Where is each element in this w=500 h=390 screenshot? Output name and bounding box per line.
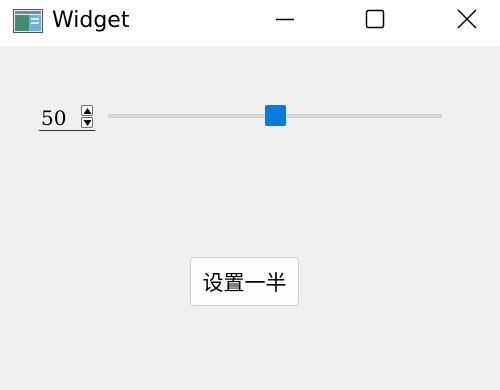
value-slider[interactable]	[108, 104, 442, 128]
spinbox-underline	[39, 130, 95, 131]
app-window: Widget 50 设置一半	[0, 0, 500, 390]
minimize-icon	[276, 18, 294, 21]
spinbox-value[interactable]: 50	[41, 106, 66, 130]
slider-handle[interactable]	[265, 105, 286, 126]
maximize-icon	[365, 9, 385, 29]
spin-up-button[interactable]	[81, 105, 93, 116]
window-title: Widget	[52, 8, 130, 33]
value-spinbox[interactable]: 50	[39, 103, 95, 131]
minimize-button[interactable]	[262, 0, 308, 40]
spin-down-button[interactable]	[81, 117, 93, 128]
title-bar[interactable]: Widget	[0, 0, 500, 46]
close-button[interactable]	[444, 0, 490, 40]
spin-up-icon	[83, 108, 92, 114]
spin-down-icon	[83, 120, 92, 126]
maximize-button[interactable]	[352, 0, 398, 40]
set-half-button[interactable]: 设置一半	[190, 257, 299, 306]
close-icon	[457, 9, 477, 29]
app-icon	[13, 9, 43, 33]
